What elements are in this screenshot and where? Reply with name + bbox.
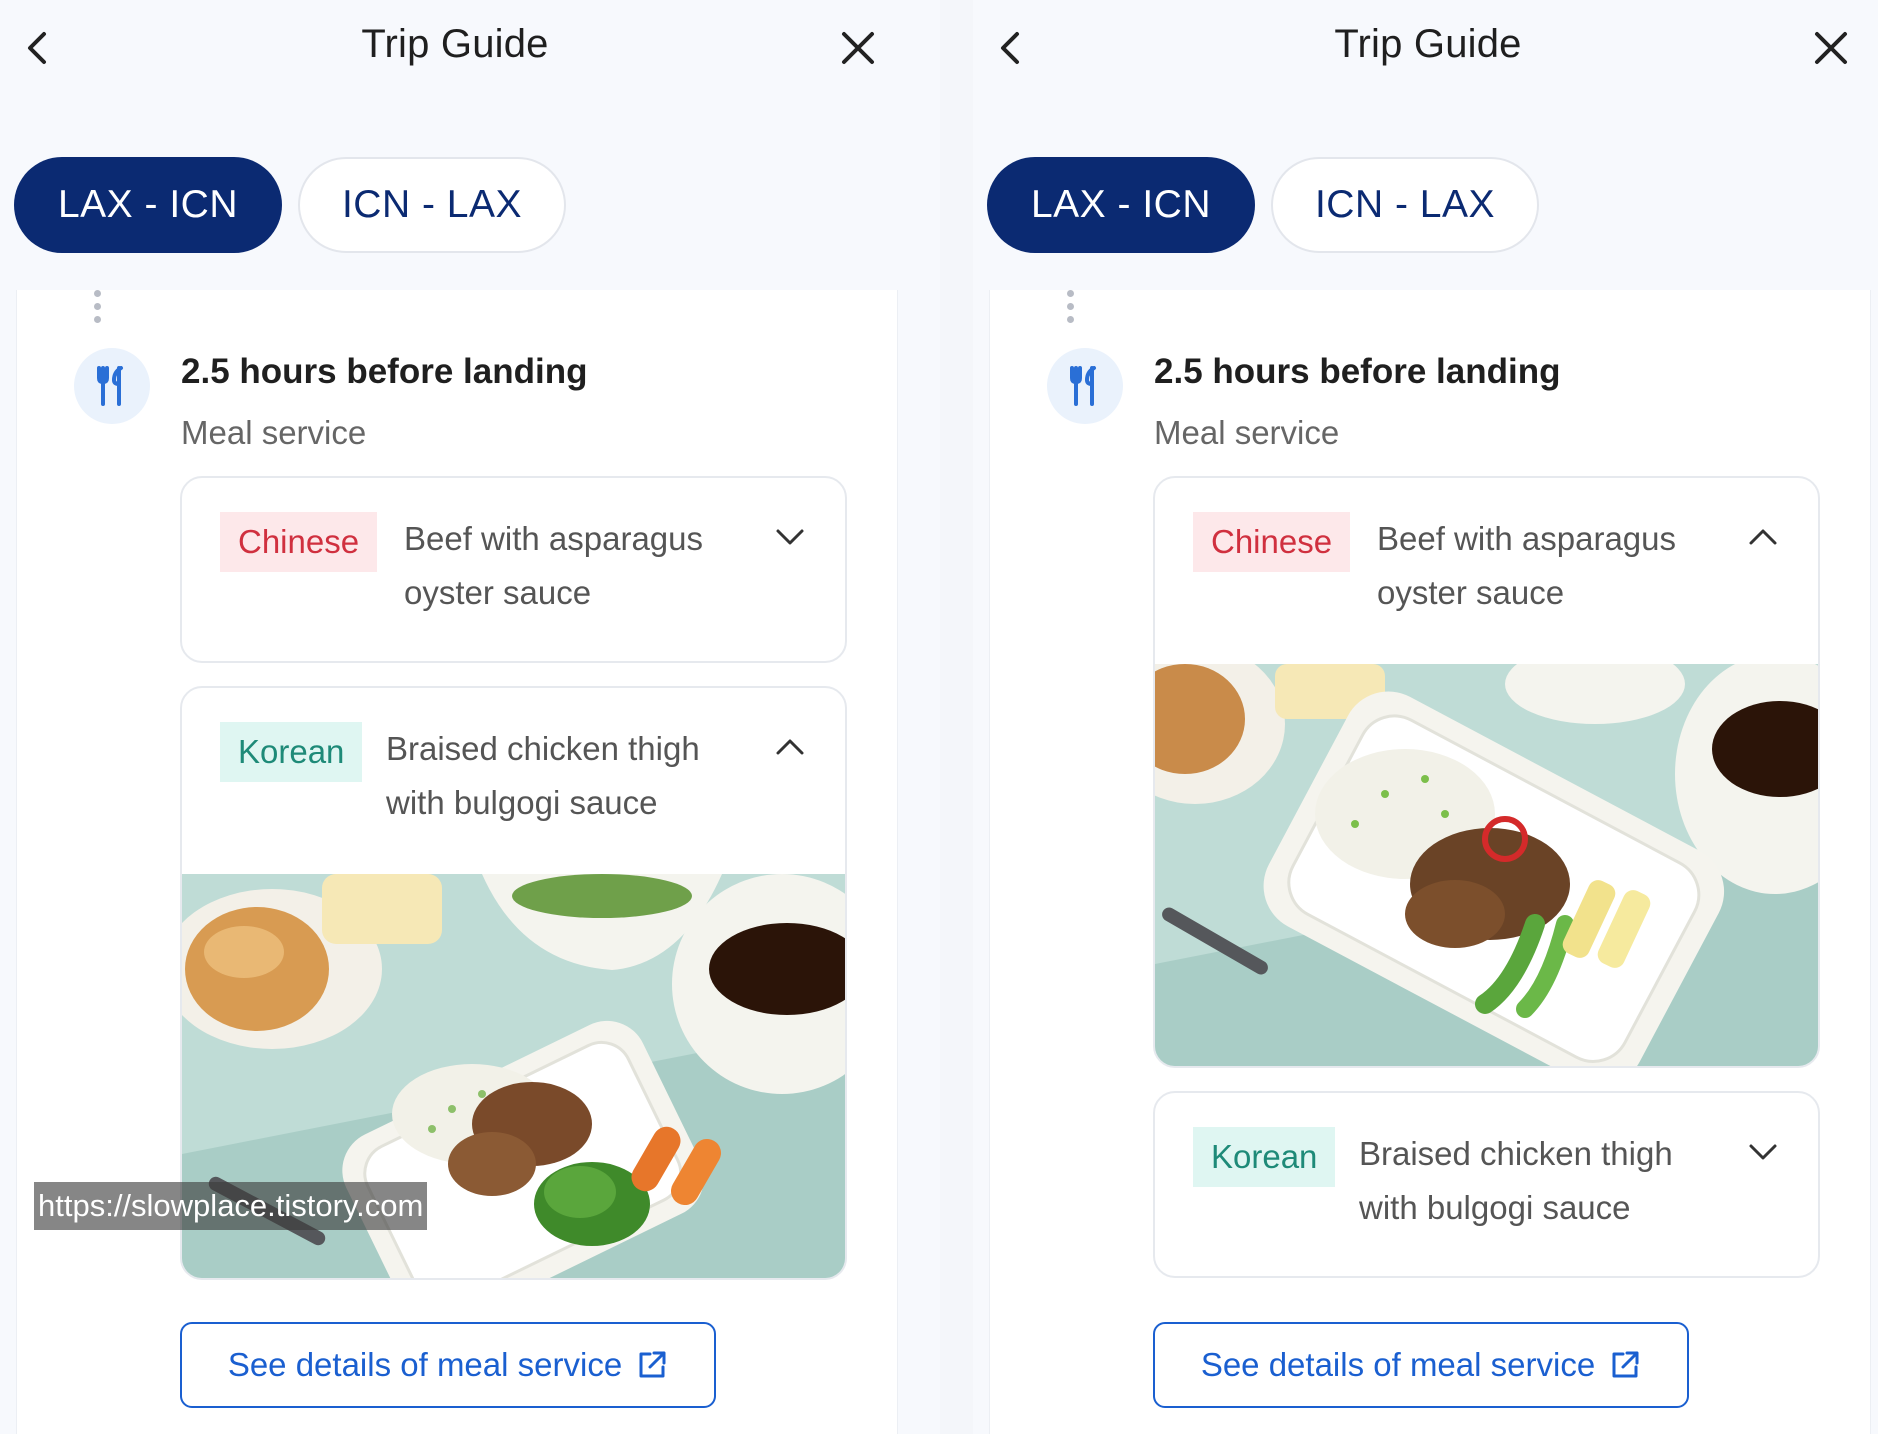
chevron-up-icon[interactable] [1748,526,1778,548]
timeline-dots [94,290,102,330]
section-subtitle: Meal service [181,414,367,451]
meal-tag-korean: Korean [1193,1127,1336,1187]
chevron-down-icon[interactable] [775,526,805,548]
utensils-icon [1047,348,1123,424]
meal-name: Beef with asparagus oyster sauce [1377,520,1677,611]
chevron-up-icon[interactable] [775,736,805,758]
meal-card-chinese[interactable]: Chinese Beef with asparagus oyster sauce [180,476,847,663]
meal-name: Braised chicken thigh with bulgogi sauce [386,730,700,821]
meal-tag-chinese: Chinese [220,512,378,572]
section-subtitle: Meal service [1154,414,1340,451]
meal-tag-korean: Korean [220,722,363,782]
meal-name: Braised chicken thigh with bulgogi sauce [1359,1135,1673,1226]
close-icon [842,32,874,64]
trip-guide-panel-right: Trip Guide LAX - ICN ICN - LAX 2.5 hours… [973,0,1878,1434]
external-link-icon [639,1351,666,1378]
close-icon [1815,32,1847,64]
meal-tag-chinese: Chinese [1193,512,1351,572]
see-meal-details-button[interactable]: See details of meal service [1153,1322,1689,1408]
section-title: 2.5 hours before landing [181,352,588,391]
timeline-dots [1067,290,1075,330]
utensils-icon [74,348,150,424]
meal-name: Beef with asparagus oyster sauce [404,520,704,611]
close-button[interactable] [1807,22,1855,72]
meal-card-chinese[interactable]: Chinese Beef with asparagus oyster sauce [1153,476,1820,1068]
see-meal-details-button[interactable]: See details of meal service [180,1322,716,1408]
tab-lax-icn[interactable]: LAX - ICN [14,157,282,253]
page-title: Trip Guide [361,22,549,66]
tab-lax-icn[interactable]: LAX - ICN [987,157,1255,253]
watermark: https://slowplace.tistory.com [34,1182,428,1230]
chevron-down-icon[interactable] [1748,1141,1778,1163]
section-title: 2.5 hours before landing [1154,352,1561,391]
meal-photo [1155,664,1818,1066]
tab-icn-lax[interactable]: ICN - LAX [298,157,566,253]
meal-card-korean[interactable]: Korean Braised chicken thigh with bulgogi… [1153,1091,1820,1278]
page-title: Trip Guide [1334,22,1522,66]
trip-guide-panel-left: Trip Guide LAX - ICN ICN - LAX 2.5 hours… [0,0,940,1434]
tab-icn-lax[interactable]: ICN - LAX [1271,157,1539,253]
external-link-icon [1612,1351,1639,1378]
close-button[interactable] [834,22,882,72]
